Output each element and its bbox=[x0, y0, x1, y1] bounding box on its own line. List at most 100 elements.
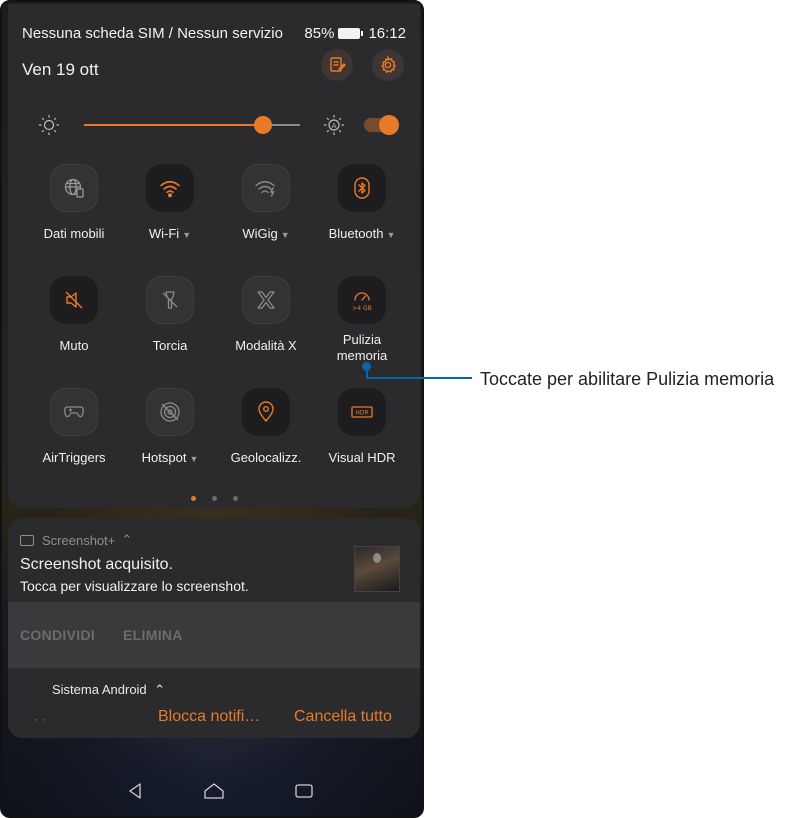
notification-actions: CONDIVIDI ELIMINA bbox=[8, 602, 420, 668]
brightness-row: A bbox=[8, 110, 420, 140]
tile-flashlight[interactable]: Torcia bbox=[122, 276, 218, 354]
tile-location-button[interactable] bbox=[242, 388, 290, 436]
x-mode-icon bbox=[257, 291, 275, 309]
clock: 16:12 bbox=[368, 24, 406, 42]
hdr-icon: HDR bbox=[351, 406, 373, 418]
notification-app-name: Screenshot+ bbox=[42, 532, 116, 548]
tile-mobile-data[interactable]: Dati mobili bbox=[26, 164, 122, 242]
brightness-low-icon bbox=[38, 114, 60, 136]
status-bar: Nessuna scheda SIM / Nessun servizio 85%… bbox=[22, 22, 406, 44]
tile-label: Pulizia memoria bbox=[336, 332, 388, 363]
block-notifications-button[interactable]: Blocca notifi… bbox=[158, 708, 260, 726]
tile-label: Modalità X bbox=[235, 338, 297, 353]
home-button[interactable] bbox=[200, 780, 228, 808]
quick-settings-panel: Nessuna scheda SIM / Nessun servizio 85%… bbox=[8, 4, 420, 508]
chevron-up-icon[interactable]: ⌃ bbox=[121, 532, 132, 548]
tile-airtriggers[interactable]: AirTriggers bbox=[26, 388, 122, 466]
home-icon bbox=[204, 783, 224, 799]
image-icon bbox=[20, 534, 34, 546]
clear-all-button[interactable]: Cancella tutto bbox=[294, 708, 392, 726]
svg-text:A: A bbox=[332, 122, 337, 130]
tile-visual-hdr[interactable]: HDR Visual HDR bbox=[314, 388, 410, 466]
tile-wigig-button[interactable] bbox=[242, 164, 290, 212]
location-pin-icon bbox=[258, 401, 274, 423]
tile-wigig[interactable]: WiGig ▼ bbox=[218, 164, 314, 243]
svg-text:HDR: HDR bbox=[355, 409, 368, 416]
recents-button[interactable] bbox=[290, 780, 318, 808]
tile-mobile-data-button[interactable] bbox=[50, 164, 98, 212]
brightness-slider-fill[interactable] bbox=[84, 124, 262, 126]
tile-label: Torcia bbox=[152, 338, 188, 353]
brightness-slider-thumb[interactable] bbox=[254, 116, 272, 134]
bluetooth-icon bbox=[354, 177, 370, 199]
tile-label: Wi-Fi ▼ bbox=[148, 226, 192, 241]
dropdown-caret-icon[interactable]: ▼ bbox=[182, 230, 191, 240]
tile-mute[interactable]: Muto bbox=[26, 276, 122, 354]
tile-label: Muto bbox=[59, 338, 89, 353]
flashlight-icon bbox=[162, 291, 178, 309]
recents-icon bbox=[295, 784, 313, 798]
callout-text: Toccate per abilitare Pulizia memoria bbox=[480, 369, 775, 389]
dropdown-caret-icon[interactable]: ▼ bbox=[387, 230, 396, 240]
tile-label: Visual HDR bbox=[328, 450, 396, 465]
svg-text:>4 GB: >4 GB bbox=[352, 305, 372, 312]
tile-label: WiGig ▼ bbox=[242, 226, 290, 241]
edit-icon bbox=[330, 57, 346, 72]
carrier-text: Nessuna scheda SIM / Nessun servizio bbox=[22, 24, 283, 42]
tile-label: Hotspot ▼ bbox=[141, 450, 199, 465]
tile-label: Dati mobili bbox=[43, 226, 105, 241]
tile-flashlight-button[interactable] bbox=[146, 276, 194, 324]
auto-brightness-icon: A bbox=[323, 114, 345, 136]
page-indicator bbox=[8, 488, 420, 506]
navigation-bar bbox=[2, 768, 422, 816]
mute-icon bbox=[65, 291, 83, 309]
page-dot[interactable] bbox=[190, 496, 196, 501]
share-button[interactable]: CONDIVIDI bbox=[20, 627, 95, 643]
callout-line bbox=[366, 377, 472, 379]
back-icon bbox=[129, 783, 141, 799]
edit-button[interactable] bbox=[321, 49, 353, 81]
hotspot-icon bbox=[160, 402, 180, 422]
page-dot[interactable] bbox=[232, 496, 238, 501]
tile-hotspot[interactable]: Hotspot ▼ bbox=[122, 388, 218, 467]
phone-screen: Nessuna scheda SIM / Nessun servizio 85%… bbox=[0, 0, 424, 818]
tile-airtriggers-button[interactable] bbox=[50, 388, 98, 436]
settings-button[interactable] bbox=[372, 49, 404, 81]
globe-icon bbox=[64, 178, 84, 198]
wifi-icon bbox=[160, 180, 180, 198]
tile-label: AirTriggers bbox=[42, 450, 106, 465]
dropdown-caret-icon[interactable]: ▼ bbox=[281, 230, 290, 240]
tile-visual-hdr-button[interactable]: HDR bbox=[338, 388, 386, 436]
tile-mute-button[interactable] bbox=[50, 276, 98, 324]
chevron-up-icon[interactable]: ⌃ bbox=[154, 682, 165, 697]
screenshot-thumbnail[interactable] bbox=[354, 546, 400, 592]
back-button[interactable] bbox=[122, 780, 150, 808]
tile-x-mode[interactable]: Modalità X bbox=[218, 276, 314, 354]
tile-location[interactable]: Geolocalizz. bbox=[218, 388, 314, 466]
tile-hotspot-button[interactable] bbox=[146, 388, 194, 436]
tile-bluetooth-button[interactable] bbox=[338, 164, 386, 212]
notification-app-header[interactable]: Screenshot+ ⌃ bbox=[20, 532, 132, 548]
tile-label: Geolocalizz. bbox=[230, 450, 302, 465]
notification-title: Screenshot acquisito. bbox=[20, 556, 173, 573]
wigig-icon bbox=[255, 181, 275, 197]
dropdown-caret-icon[interactable]: ▼ bbox=[189, 454, 198, 464]
battery-icon bbox=[338, 27, 364, 39]
auto-brightness-toggle-knob[interactable] bbox=[379, 115, 399, 135]
memory-cleanup-icon: >4 GB bbox=[352, 292, 372, 312]
tile-memory-cleanup[interactable]: >4 GB Pulizia memoria bbox=[314, 276, 410, 364]
tile-bluetooth[interactable]: Bluetooth ▼ bbox=[314, 164, 410, 243]
battery-percent: 85% bbox=[304, 24, 335, 42]
android-system-header[interactable]: Sistema Android ⌃ bbox=[52, 682, 165, 698]
overflow-dots: · · bbox=[34, 712, 46, 726]
tile-wifi-button[interactable] bbox=[146, 164, 194, 212]
page-dot[interactable] bbox=[211, 496, 217, 501]
delete-button[interactable]: ELIMINA bbox=[123, 627, 183, 643]
screenshot-notification[interactable]: Screenshot+ ⌃ Screenshot acquisito. Tocc… bbox=[8, 518, 420, 668]
tile-x-mode-button[interactable] bbox=[242, 276, 290, 324]
tile-label: Bluetooth ▼ bbox=[328, 226, 396, 241]
notification-text: Tocca per visualizzare lo screenshot. bbox=[20, 578, 249, 594]
android-system-notification[interactable]: Sistema Android ⌃ · · Blocca notifi… Can… bbox=[8, 668, 420, 738]
tile-wifi[interactable]: Wi-Fi ▼ bbox=[122, 164, 218, 243]
tile-memory-cleanup-button[interactable]: >4 GB bbox=[338, 276, 386, 324]
